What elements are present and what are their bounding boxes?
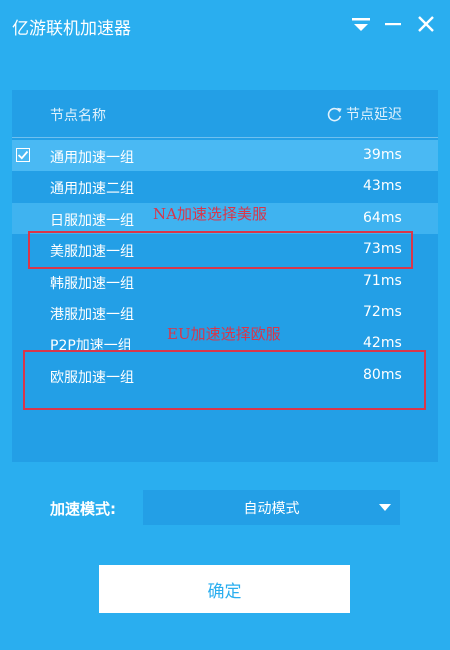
annotation-eu-note: EU加速选择欧服 (167, 325, 281, 343)
node-latency: 73ms (363, 241, 402, 258)
close-icon[interactable] (414, 12, 438, 36)
app-title: 亿游联机加速器 (12, 19, 131, 39)
header-divider (12, 137, 438, 138)
node-name: 韩服加速一组 (50, 275, 134, 292)
node-row[interactable]: 韩服加速一组 71ms (12, 266, 438, 297)
node-name: 美服加速一组 (50, 244, 134, 261)
node-name: 欧服加速一组 (50, 369, 134, 386)
node-latency: 39ms (363, 147, 402, 163)
dropdown-caret-icon (379, 504, 391, 511)
node-list-header: 节点名称 节点延迟 (12, 90, 438, 138)
node-latency: 71ms (363, 272, 402, 289)
mode-select-value: 自动模式 (243, 501, 300, 517)
column-node-latency: 节点延迟 (346, 107, 402, 123)
refresh-latency-button[interactable]: 节点延迟 (326, 104, 402, 124)
column-node-name: 节点名称 (50, 108, 106, 124)
node-name: 日服加速一组 (50, 212, 134, 229)
node-latency: 42ms (363, 335, 402, 352)
node-row[interactable]: 通用加速一组 39ms (12, 140, 438, 172)
node-name: 港服加速一组 (50, 306, 134, 323)
annotation-na-note: NA加速选择美服 (153, 205, 267, 223)
title-bar: 亿游联机加速器 (0, 0, 450, 50)
node-row[interactable]: 美服加速一组 73ms (12, 234, 438, 265)
menu-icon[interactable] (349, 12, 373, 36)
check-icon (16, 148, 30, 162)
node-row[interactable]: 欧服加速一组 80ms (12, 360, 438, 391)
node-name: 通用加速一组 (50, 150, 134, 166)
node-latency: 72ms (363, 303, 402, 320)
node-list-panel: 节点名称 节点延迟 通用加速一组 39ms 通用加速二组 43ms 日服加速一组… (12, 90, 438, 462)
mode-select[interactable]: 自动模式 (143, 490, 400, 525)
node-list: 通用加速一组 39ms 通用加速二组 43ms 日服加速一组 64ms 美服加速… (12, 140, 438, 391)
node-latency: 64ms (363, 209, 402, 226)
node-latency: 43ms (363, 178, 402, 195)
node-row[interactable]: 通用加速二组 43ms (12, 171, 438, 202)
mode-label: 加速模式: (50, 500, 116, 518)
node-name: P2P加速一组 (50, 338, 132, 355)
minimize-icon[interactable] (381, 12, 405, 36)
refresh-icon (327, 107, 342, 121)
node-name: 通用加速二组 (50, 181, 134, 198)
confirm-button[interactable]: 确定 (99, 565, 350, 613)
node-latency: 80ms (363, 366, 402, 383)
